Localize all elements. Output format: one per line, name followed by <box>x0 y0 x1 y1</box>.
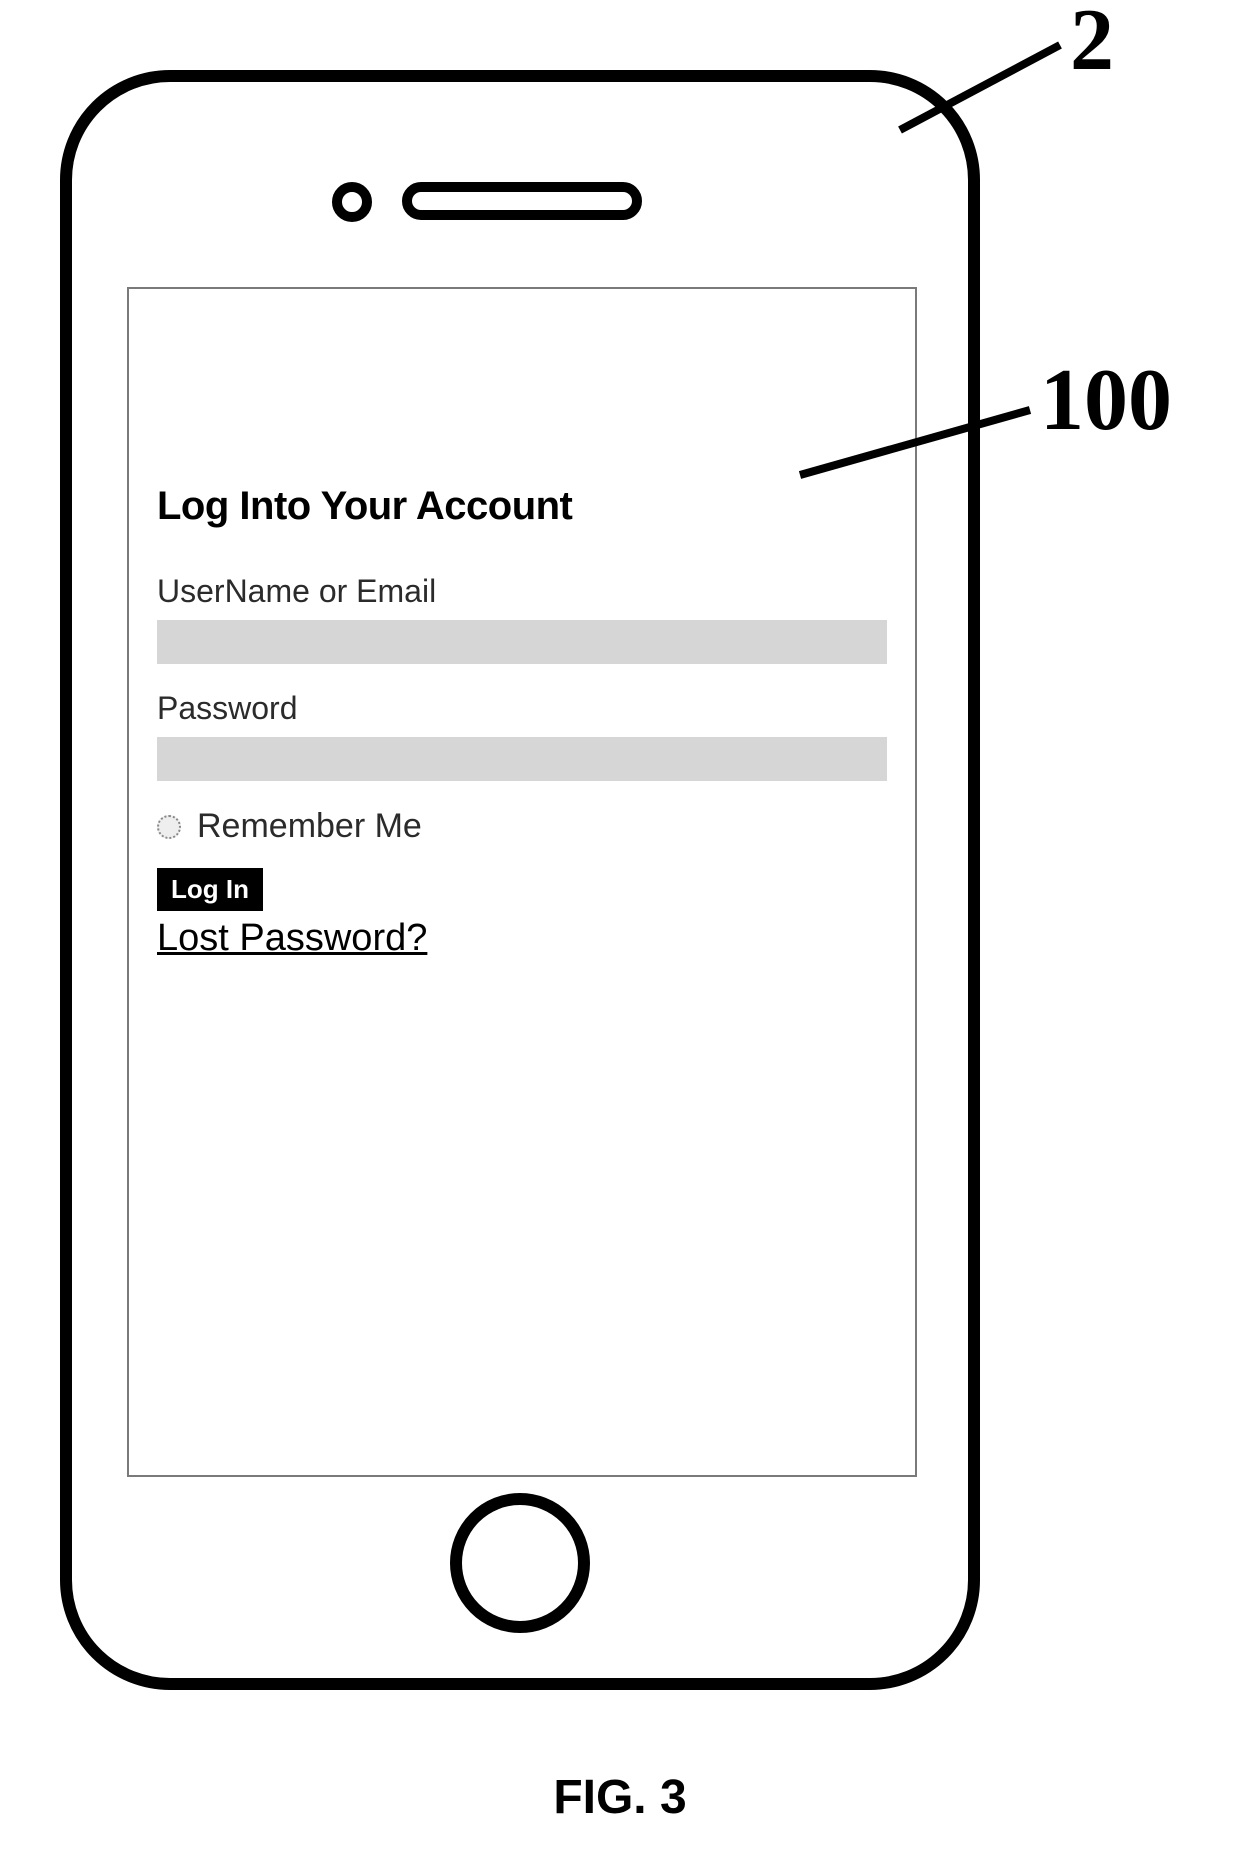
username-label: UserName or Email <box>157 573 887 610</box>
figure-caption: FIG. 3 <box>0 1770 1240 1825</box>
phone-device-frame: Log Into Your Account UserName or Email … <box>60 70 980 1690</box>
callout-label-screen: 100 <box>1040 350 1172 451</box>
camera-icon <box>332 182 372 222</box>
login-button[interactable]: Log In <box>157 868 263 911</box>
lost-password-link[interactable]: Lost Password? <box>157 917 887 960</box>
callout-label-device: 2 <box>1070 0 1114 91</box>
password-label: Password <box>157 690 887 727</box>
password-input[interactable] <box>157 737 887 781</box>
remember-me-checkbox[interactable] <box>157 815 181 839</box>
speaker-icon <box>402 182 642 220</box>
login-heading: Log Into Your Account <box>157 484 887 529</box>
username-input[interactable] <box>157 620 887 664</box>
phone-screen: Log Into Your Account UserName or Email … <box>127 287 917 1477</box>
home-button[interactable] <box>450 1493 590 1633</box>
remember-me-label: Remember Me <box>197 807 422 846</box>
